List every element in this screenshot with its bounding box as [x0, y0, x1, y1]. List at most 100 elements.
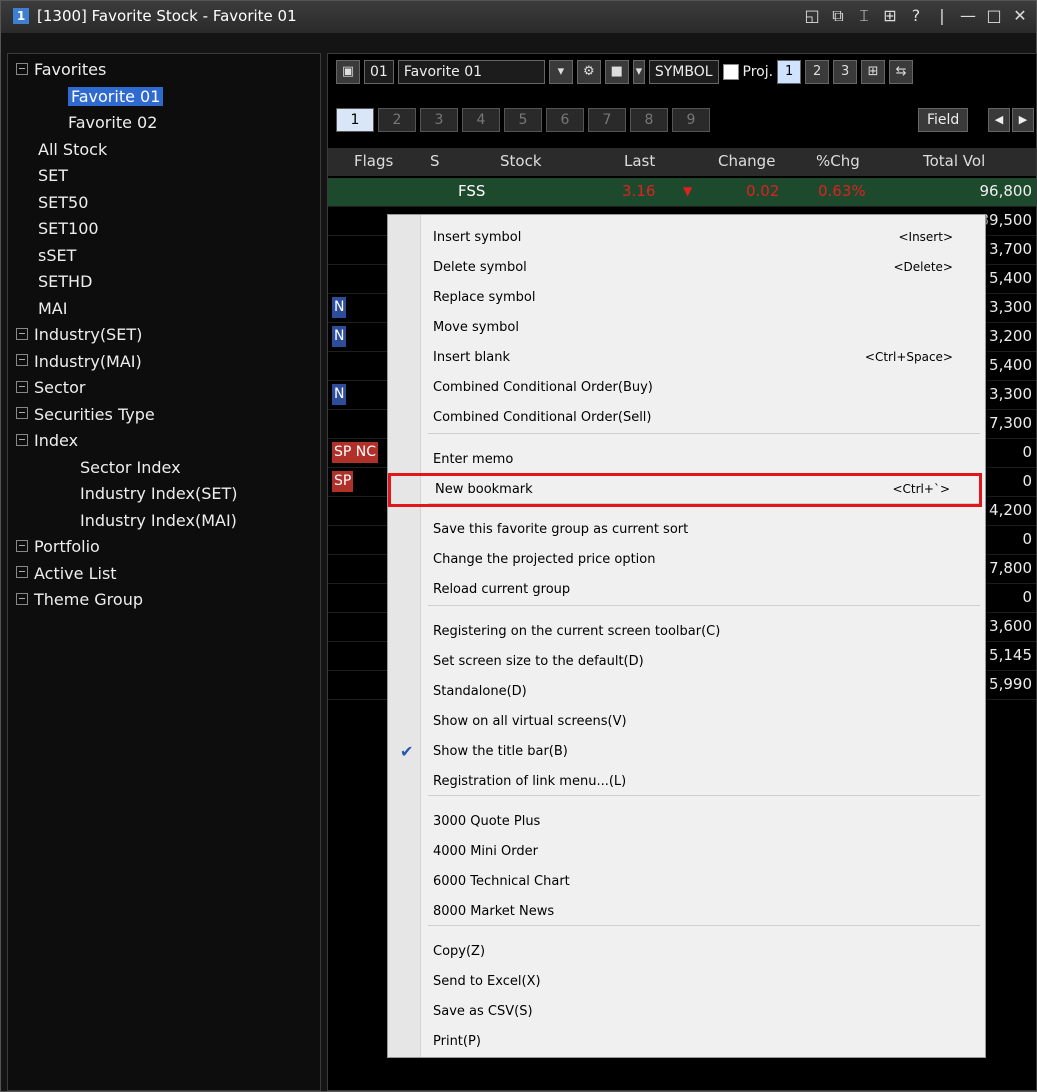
menu-item[interactable]: Save this favorite group as current sort	[388, 515, 983, 545]
menu-item[interactable]: Set screen size to the default(D)	[388, 647, 983, 677]
menu-item[interactable]: Replace symbol	[388, 283, 983, 313]
menu-item[interactable]: 3000 Quote Plus	[388, 807, 983, 837]
proj-checkbox[interactable]	[722, 64, 739, 80]
collapse-toggle-icon[interactable]	[16, 539, 28, 552]
menu-item[interactable]: Move symbol	[388, 313, 983, 343]
maximize-icon[interactable]: □	[986, 6, 1002, 26]
close-icon[interactable]: ✕	[1012, 6, 1028, 26]
tree-item-label: SET	[38, 166, 69, 185]
menu-item[interactable]: New bookmark <Ctrl+`>	[388, 473, 982, 507]
col-pct-change[interactable]: %Chg	[816, 152, 860, 170]
table-row[interactable]: FSS 3.16 ▼ 0.02 0.63% 96,800	[328, 178, 1036, 207]
menu-item[interactable]: Registering on the current screen toolba…	[388, 617, 983, 647]
group-name-select[interactable]: Favorite 01	[397, 60, 545, 84]
col-total-vol[interactable]: Total Vol	[923, 152, 985, 170]
tree-item[interactable]: All Stock	[38, 138, 107, 162]
popout-icon[interactable]: ⧉	[830, 6, 846, 26]
menu-item[interactable]: Combined Conditional Order(Sell)	[388, 403, 983, 433]
tree-item[interactable]: Theme Group	[16, 588, 143, 612]
menu-item[interactable]: Copy(Z)	[388, 937, 983, 967]
menu-item[interactable]: Reload current group	[388, 575, 983, 605]
tree-item[interactable]: Sector Index	[80, 456, 181, 480]
collapse-toggle-icon[interactable]	[16, 380, 28, 393]
square-menu-icon[interactable]: ■	[604, 60, 629, 84]
menu-item[interactable]: Standalone(D)	[388, 677, 983, 707]
collapse-toggle-icon[interactable]	[16, 354, 28, 366]
view-tab-4[interactable]: 4	[462, 108, 500, 132]
group-number-field[interactable]: 01	[364, 60, 394, 84]
menu-item[interactable]: Send to Excel(X)	[388, 967, 983, 997]
page-button-3[interactable]: 3	[833, 60, 858, 84]
swap-icon[interactable]: ⇆	[889, 60, 914, 84]
gear-icon[interactable]: ⚙	[576, 60, 601, 84]
dropdown-arrow-icon[interactable]: ▾	[632, 60, 645, 84]
tree-item[interactable]: Active List	[16, 562, 117, 586]
minimize-icon[interactable]: —	[960, 6, 976, 26]
collapse-toggle-icon[interactable]	[16, 566, 28, 578]
menu-item[interactable]: Insert symbol <Insert>	[388, 223, 983, 253]
symbol-button[interactable]: SYMBOL	[648, 60, 719, 84]
tree-item[interactable]: Securities Type	[16, 403, 155, 427]
view-tab-1[interactable]: 1	[336, 108, 374, 132]
menu-item[interactable]: 8000 Market News	[388, 897, 983, 927]
tree-item[interactable]: Favorites	[16, 58, 106, 82]
view-tab-9[interactable]: 9	[672, 108, 710, 132]
collapse-toggle-icon[interactable]	[16, 407, 28, 419]
next-arrow-icon[interactable]: ▶	[1012, 108, 1034, 132]
view-tab-8[interactable]: 8	[630, 108, 668, 132]
tree-item[interactable]: Portfolio	[16, 535, 100, 559]
menu-item[interactable]: Registration of link menu...(L)	[388, 767, 983, 797]
tree-item[interactable]: Sector	[16, 376, 85, 400]
menu-item[interactable]: Change the projected price option	[388, 545, 983, 575]
tree-item[interactable]: MAI	[38, 297, 67, 321]
tree-item[interactable]: sSET	[38, 244, 76, 268]
tree-item[interactable]: SETHD	[38, 270, 92, 294]
menu-item[interactable]: Insert blank <Ctrl+Space>	[388, 343, 983, 373]
tree-item[interactable]: Favorite 02	[68, 111, 157, 135]
tree-item[interactable]: Industry(MAI)	[16, 350, 142, 374]
col-stock[interactable]: Stock	[500, 152, 542, 170]
collapse-toggle-icon[interactable]	[16, 62, 28, 75]
page-button-2[interactable]: 2	[805, 60, 830, 84]
tree-item[interactable]: SET	[38, 164, 68, 188]
tree-item[interactable]: Industry Index(MAI)	[80, 509, 237, 533]
export-icon[interactable]: ⊞	[861, 60, 886, 84]
collapse-toggle-icon[interactable]	[16, 592, 28, 605]
col-flags[interactable]: Flags	[354, 152, 393, 170]
menu-item[interactable]: Combined Conditional Order(Buy)	[388, 373, 983, 403]
collapse-toggle-icon[interactable]	[16, 327, 28, 340]
grid-icon[interactable]: ⊞	[882, 6, 898, 26]
menu-item[interactable]: Show on all virtual screens(V)	[388, 707, 983, 737]
view-tab-6[interactable]: 6	[546, 108, 584, 132]
view-tab-7[interactable]: 7	[588, 108, 626, 132]
prev-arrow-icon[interactable]: ◀	[988, 108, 1010, 132]
menu-item[interactable]: Save as CSV(S)	[388, 997, 983, 1027]
view-tab-5[interactable]: 5	[504, 108, 542, 132]
page-button-1[interactable]: 1	[777, 60, 802, 84]
collapse-toggle-icon[interactable]	[16, 433, 28, 446]
help-icon[interactable]: ?	[908, 6, 924, 26]
view-tab-2[interactable]: 2	[378, 108, 416, 132]
tree-item[interactable]: Industry Index(SET)	[80, 482, 237, 506]
restore-icon[interactable]: ◱	[804, 6, 820, 26]
tree-item[interactable]: Index	[16, 429, 78, 453]
menu-item[interactable]: 6000 Technical Chart	[388, 867, 983, 897]
field-button[interactable]: Field	[918, 108, 969, 132]
menu-item[interactable]: Delete symbol <Delete>	[388, 253, 983, 283]
menu-item[interactable]: 4000 Mini Order	[388, 837, 983, 867]
view-tab-3[interactable]: 3	[420, 108, 458, 132]
pin-icon[interactable]: ⌶	[856, 6, 872, 26]
menu-item[interactable]: ✔ Show the title bar(B)	[388, 737, 983, 767]
col-last[interactable]: Last	[624, 152, 655, 170]
chevron-down-icon[interactable]: ▾	[548, 60, 573, 84]
col-s[interactable]: S	[430, 152, 440, 170]
menu-item[interactable]: Print(P)	[388, 1027, 983, 1057]
tree-item[interactable]: Industry(SET)	[16, 323, 142, 347]
title-bar[interactable]: 1 [1300] Favorite Stock - Favorite 01 ◱ …	[1, 1, 1036, 33]
tree-item[interactable]: Favorite 01	[68, 85, 164, 109]
tree-item[interactable]: SET50	[38, 191, 88, 215]
col-change[interactable]: Change	[718, 152, 775, 170]
tree-item[interactable]: SET100	[38, 217, 99, 241]
panel-icon[interactable]: ▣	[336, 60, 360, 84]
menu-item[interactable]: Enter memo	[388, 445, 983, 475]
